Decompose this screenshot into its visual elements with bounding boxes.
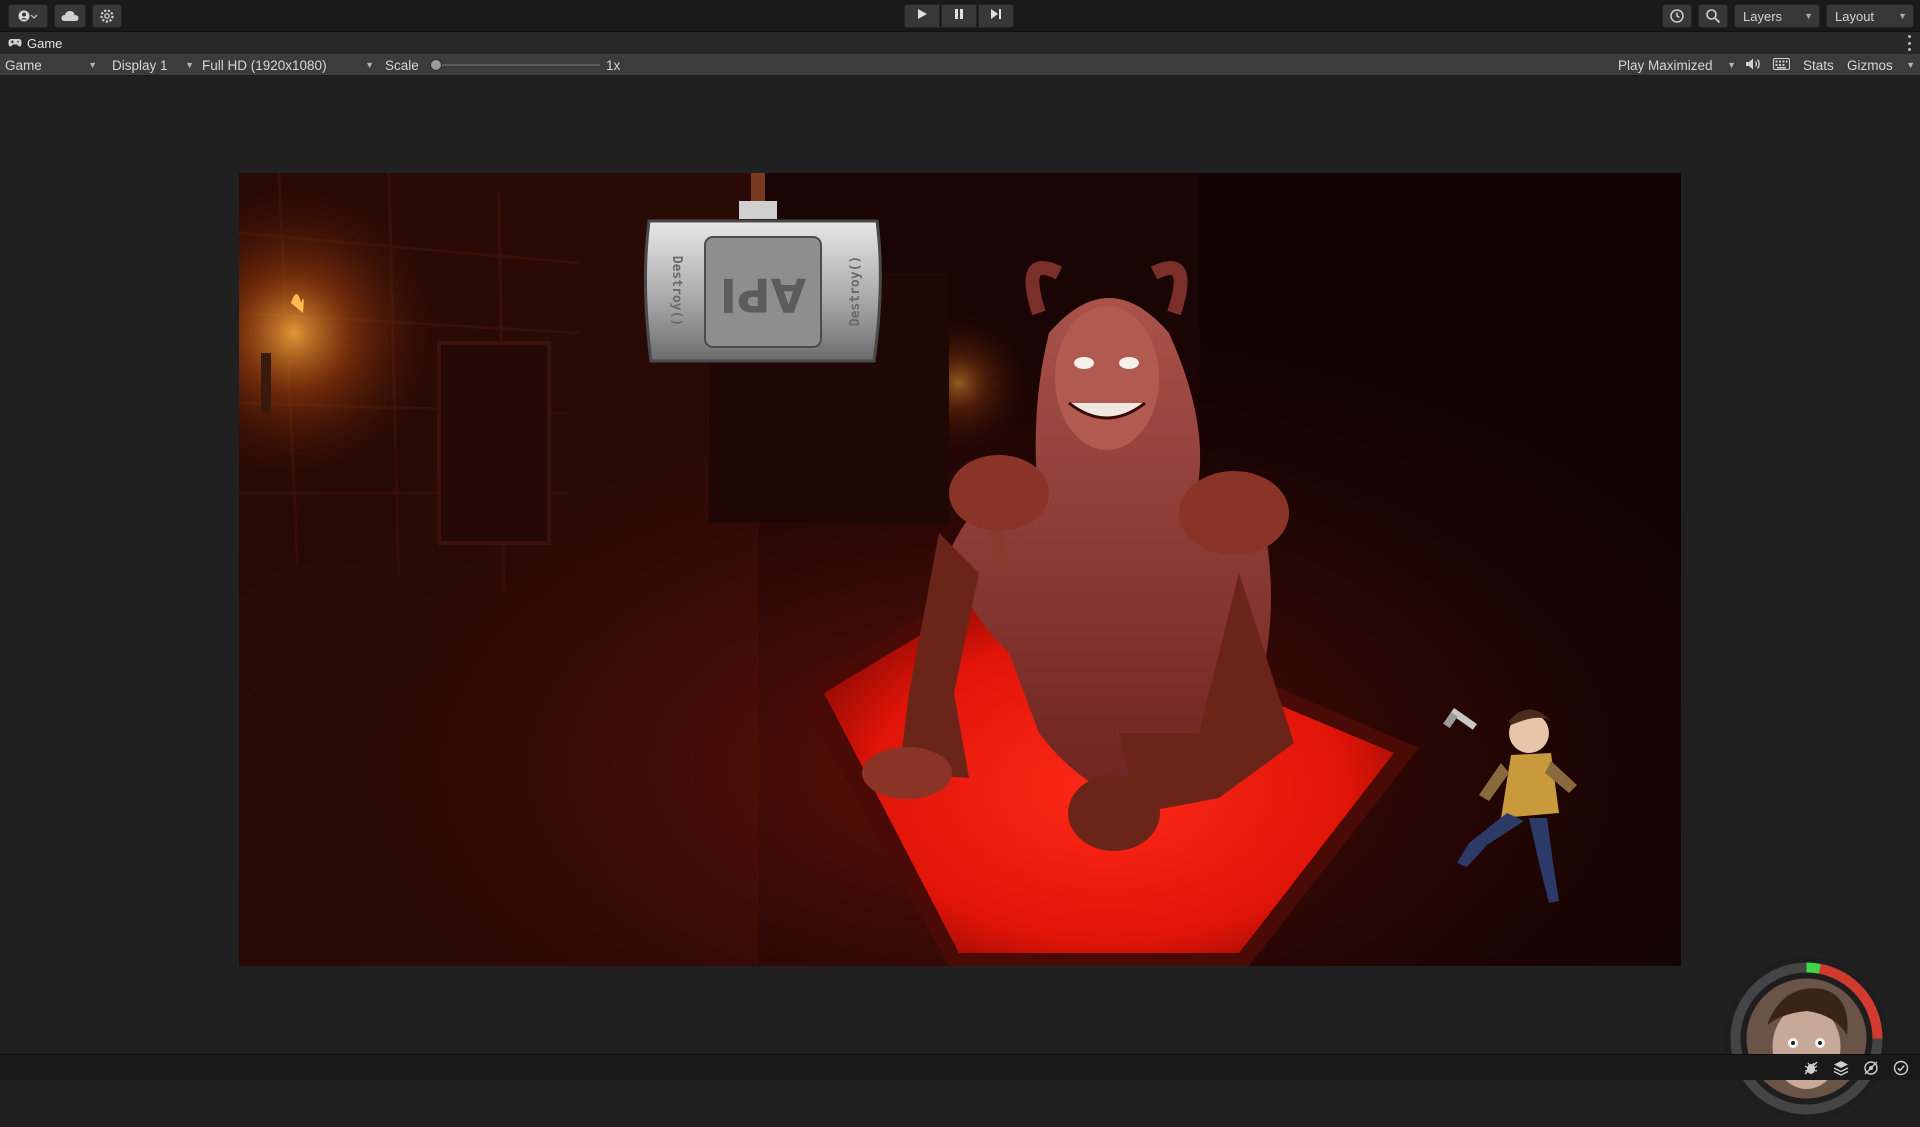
toolbar-right-group: Layers ▼ Layout ▼ <box>1662 4 1914 28</box>
pause-icon <box>953 7 965 25</box>
shortcuts-toggle[interactable] <box>1773 54 1790 76</box>
scale-value-label: 1x <box>606 57 621 73</box>
play-mode-dropdown[interactable]: Play Maximized ▼ <box>1618 54 1736 76</box>
hammer-side-text-right: Destroy() <box>848 256 863 326</box>
account-button[interactable] <box>8 4 48 28</box>
chevron-down-icon: ▼ <box>185 60 194 70</box>
play-icon <box>916 7 928 25</box>
chevron-down-icon: ▼ <box>365 60 374 70</box>
game-view-control-bar: Game ▼ Display 1 ▼ Full HD (1920x1080) ▼… <box>0 54 1920 76</box>
game-render[interactable]: API Destroy() Destroy() <box>239 173 1681 966</box>
network-icon[interactable] <box>1862 1059 1880 1077</box>
scale-slider-track[interactable] <box>434 64 600 66</box>
stats-toggle[interactable]: Stats <box>1803 54 1834 76</box>
kebab-menu-icon[interactable] <box>1906 35 1912 51</box>
view-type-value: Game <box>5 57 42 73</box>
hammer-face-text: API <box>720 268 806 322</box>
scale-slider-handle[interactable] <box>430 59 442 71</box>
view-type-dropdown[interactable]: Game ▼ <box>5 54 97 76</box>
game-viewport[interactable]: API Destroy() Destroy() <box>0 77 1920 1121</box>
chevron-down-icon: ▼ <box>1906 60 1915 70</box>
layers-label: Layers <box>1743 8 1783 24</box>
play-controls <box>904 4 1014 28</box>
status-icon-group <box>1802 1059 1910 1077</box>
layout-label: Layout <box>1835 8 1875 24</box>
search-button[interactable] <box>1698 4 1728 28</box>
layers-stack-icon[interactable] <box>1832 1059 1850 1077</box>
cloud-icon <box>61 10 79 22</box>
cloud-button[interactable] <box>54 4 86 28</box>
chevron-down-icon: ▼ <box>88 60 97 70</box>
window-tab-bar: Game <box>0 32 1920 54</box>
scale-label: Scale <box>385 57 419 73</box>
tab-game[interactable]: Game <box>0 32 73 54</box>
account-icon <box>18 9 38 23</box>
pause-button[interactable] <box>941 4 977 28</box>
resolution-value: Full HD (1920x1080) <box>202 57 327 73</box>
keyboard-icon <box>1773 57 1790 73</box>
step-icon <box>990 7 1002 25</box>
check-circle-icon[interactable] <box>1892 1059 1910 1077</box>
play-button[interactable] <box>904 4 940 28</box>
game-scene: API Destroy() Destroy() <box>239 173 1681 966</box>
mute-audio-toggle[interactable] <box>1745 54 1761 76</box>
history-icon <box>1669 8 1685 24</box>
search-icon <box>1705 8 1721 24</box>
display-dropdown[interactable]: Display 1 ▼ <box>112 54 194 76</box>
hammer-side-text-left: Destroy() <box>669 256 684 326</box>
status-bar <box>0 1054 1920 1080</box>
chevron-down-icon: ▼ <box>1727 60 1736 70</box>
main-toolbar: Layers ▼ Layout ▼ <box>0 0 1920 32</box>
chevron-down-icon: ▼ <box>1898 11 1907 21</box>
gamepad-icon <box>8 36 22 51</box>
settings-gear-icon <box>99 8 115 24</box>
layout-dropdown[interactable]: Layout ▼ <box>1826 4 1914 28</box>
layers-dropdown[interactable]: Layers ▼ <box>1734 4 1820 28</box>
gizmos-dropdown[interactable]: Gizmos ▼ <box>1847 54 1915 76</box>
display-value: Display 1 <box>112 57 168 73</box>
services-button[interactable] <box>92 4 122 28</box>
speaker-icon <box>1745 57 1761 74</box>
gizmos-label: Gizmos <box>1847 57 1893 73</box>
history-button[interactable] <box>1662 4 1692 28</box>
tab-label: Game <box>27 35 63 51</box>
toolbar-left-group <box>8 4 122 28</box>
player-portrait-hud <box>1723 955 1890 1122</box>
resolution-dropdown[interactable]: Full HD (1920x1080) ▼ <box>202 54 374 76</box>
bug-icon[interactable] <box>1802 1059 1820 1077</box>
play-mode-value: Play Maximized <box>1618 57 1713 73</box>
chevron-down-icon: ▼ <box>1804 11 1813 21</box>
step-button[interactable] <box>978 4 1014 28</box>
